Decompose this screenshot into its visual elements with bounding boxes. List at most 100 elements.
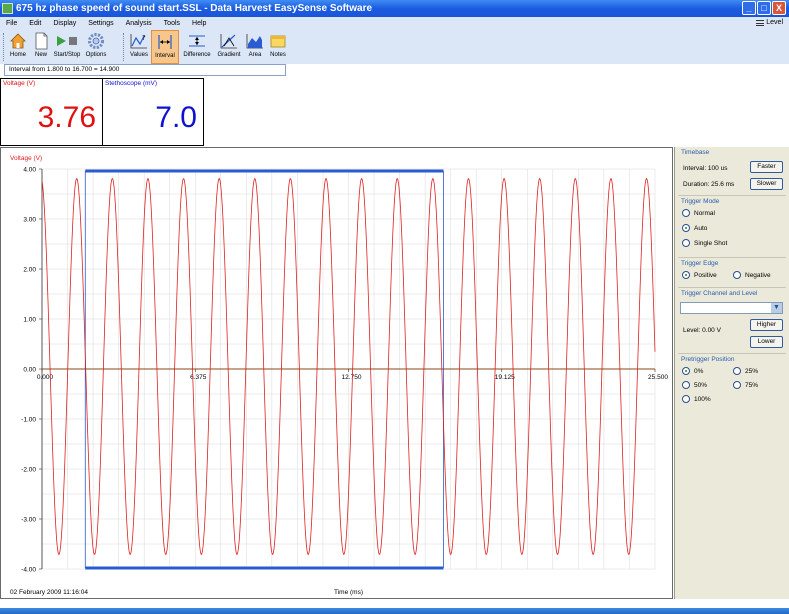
trigger-channel-group: Trigger Channel and Level ▼ Level: 0.00 … — [678, 287, 786, 351]
voltage-meter-value: 3.76 — [37, 101, 96, 134]
radio-75pct[interactable]: 75% — [733, 381, 758, 389]
new-document-icon — [35, 32, 48, 50]
y-axis: 4.00 3.00 2.00 1.00 0.00 -1.00 -2.00 -3.00 -4.00 — [21, 167, 43, 574]
difference-button[interactable]: Difference — [180, 30, 214, 64]
higher-button[interactable]: Higher — [750, 319, 783, 331]
close-button[interactable]: X — [772, 1, 786, 15]
start-stop-button[interactable]: Start/Stop — [53, 30, 81, 64]
y-axis-label: Voltage (V) — [10, 155, 42, 162]
svg-text:?: ? — [142, 34, 146, 42]
menu-tools[interactable]: Tools — [164, 20, 180, 27]
toolbar-grip[interactable] — [3, 33, 5, 61]
app-icon — [2, 3, 13, 14]
trigger-mode-title: Trigger Mode — [681, 198, 720, 205]
radio-normal-dot — [682, 209, 690, 217]
chevron-down-icon[interactable]: ▼ — [771, 303, 782, 313]
radio-25pct-dot — [733, 367, 741, 375]
title-bar: 675 hz phase speed of sound start.SSL - … — [0, 0, 789, 17]
start-stop-icon — [57, 36, 77, 46]
radio-auto-label: Auto — [694, 224, 708, 232]
home-label: Home — [9, 52, 26, 58]
y-tick-label: 1.00 — [23, 317, 36, 324]
radio-75pct-dot — [733, 381, 741, 389]
gradient-icon — [220, 34, 237, 49]
settings-panel: Timebase Interval: 100 us Duration: 25.6… — [674, 147, 789, 599]
values-label: Values — [130, 52, 148, 58]
trigger-edge-title: Trigger Edge — [681, 260, 719, 267]
radio-normal[interactable]: Normal — [682, 209, 715, 217]
stethoscope-meter[interactable]: Stethoscope (mV) 7.0 — [102, 78, 204, 146]
timebase-title: Timebase — [681, 149, 710, 156]
x-tick-label: 19.125 — [495, 374, 515, 381]
radio-single-shot[interactable]: Single Shot — [682, 239, 727, 247]
trigger-channel-title: Trigger Channel and Level — [681, 290, 758, 297]
voltage-meter[interactable]: Voltage (V) 3.76 — [0, 78, 103, 146]
lower-button[interactable]: Lower — [750, 336, 783, 348]
menu-help[interactable]: Help — [192, 20, 206, 27]
radio-100pct[interactable]: 100% — [682, 395, 711, 403]
x-axis-label: Time (ms) — [334, 589, 363, 596]
menu-edit[interactable]: Edit — [29, 20, 41, 27]
pretrigger-group: Pretrigger Position 0% 25% 50% 75% 100% — [678, 353, 786, 409]
radio-positive[interactable]: Positive — [682, 271, 717, 279]
home-button[interactable]: Home — [7, 30, 29, 64]
radio-25pct-label: 25% — [745, 367, 759, 375]
area-label: Area — [248, 52, 262, 58]
notes-icon — [270, 35, 286, 48]
values-icon: ? — [130, 34, 147, 49]
home-icon — [10, 33, 26, 49]
area-button[interactable]: Area — [244, 30, 266, 64]
notes-label: Notes — [270, 52, 286, 58]
interval-button[interactable]: Interval — [151, 30, 179, 64]
level-menu-icon — [756, 19, 765, 26]
level-button[interactable]: Level — [756, 19, 783, 26]
notes-button[interactable]: Notes — [267, 30, 289, 64]
radio-positive-dot — [682, 271, 690, 279]
stethoscope-meter-value: 7.0 — [155, 101, 197, 134]
y-tick-label: -3.00 — [21, 517, 36, 524]
values-button[interactable]: ? Values — [128, 30, 150, 64]
interval-status: Interval from 1.800 to 16.700 = 14.900 — [4, 64, 286, 76]
slower-button[interactable]: Slower — [750, 178, 783, 190]
toolbar-grip-2[interactable] — [123, 33, 125, 61]
x-tick-label: 25.500 — [648, 374, 668, 381]
interval-label: Interval — [155, 53, 175, 59]
gradient-button[interactable]: Gradient — [215, 30, 243, 64]
interval-icon — [158, 35, 172, 49]
radio-negative-dot — [733, 271, 741, 279]
faster-button[interactable]: Faster — [750, 161, 783, 173]
timebase-interval: Interval: 100 us — [683, 165, 728, 172]
graph-panel[interactable]: 4.00 3.00 2.00 1.00 0.00 -1.00 -2.00 -3.00 -4.00… — [0, 147, 673, 599]
start-stop-label: Start/Stop — [53, 52, 81, 58]
menu-display[interactable]: Display — [53, 20, 76, 27]
menu-settings[interactable]: Settings — [88, 20, 113, 27]
new-button[interactable]: New — [30, 30, 52, 64]
minimize-button[interactable]: _ — [742, 1, 756, 15]
y-tick-label: -2.00 — [21, 467, 36, 474]
new-label: New — [34, 52, 47, 58]
menu-file[interactable]: File — [6, 20, 17, 27]
x-tick-label: 12.750 — [342, 374, 362, 381]
difference-icon — [189, 35, 205, 47]
voltage-graph[interactable]: 4.00 3.00 2.00 1.00 0.00 -1.00 -2.00 -3.00 -4.00… — [1, 148, 672, 598]
y-tick-label: 0.00 — [23, 367, 36, 374]
y-tick-label: -4.00 — [21, 567, 36, 574]
menu-analysis[interactable]: Analysis — [126, 20, 152, 27]
trigger-level: Level: 0.00 V — [683, 327, 721, 334]
radio-auto[interactable]: Auto — [682, 224, 707, 232]
radio-negative[interactable]: Negative — [733, 271, 771, 279]
menu-bar: File Edit Display Settings Analysis Tool… — [0, 17, 789, 30]
timebase-duration: Duration: 25.6 ms — [683, 181, 735, 188]
radio-100pct-label: 100% — [694, 395, 711, 403]
radio-negative-label: Negative — [745, 271, 771, 279]
radio-0pct[interactable]: 0% — [682, 367, 703, 375]
options-button[interactable]: Options — [82, 30, 110, 64]
radio-auto-dot — [682, 224, 690, 232]
trigger-channel-select[interactable]: ▼ — [680, 302, 783, 314]
radio-50pct[interactable]: 50% — [682, 381, 707, 389]
radio-0pct-dot — [682, 367, 690, 375]
radio-25pct[interactable]: 25% — [733, 367, 758, 375]
radio-75pct-label: 75% — [745, 381, 759, 389]
maximize-button[interactable]: □ — [757, 1, 771, 15]
level-label: Level — [766, 19, 783, 26]
